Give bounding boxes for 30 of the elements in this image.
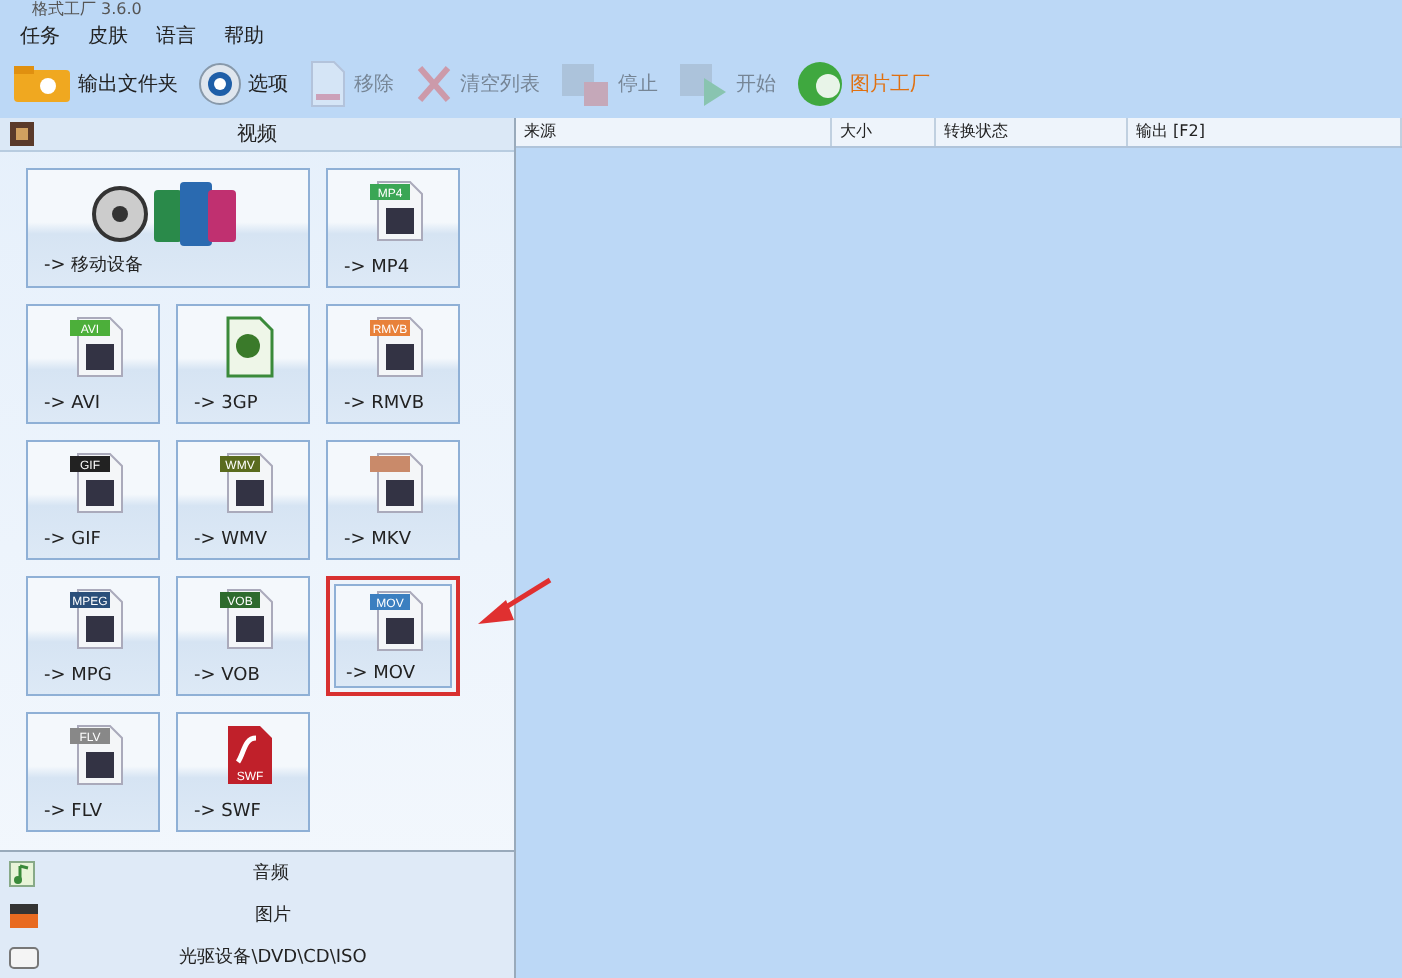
play-icon xyxy=(678,60,730,108)
menu-item[interactable]: 帮助 xyxy=(224,22,264,50)
close-icon xyxy=(414,62,454,106)
section-header[interactable]: 视频 xyxy=(0,118,514,152)
globe-icon xyxy=(796,60,844,108)
menu-item[interactable]: 语言 xyxy=(156,22,196,50)
settings-icon xyxy=(198,62,242,106)
stop-icon xyxy=(560,60,612,108)
category-item[interactable]: 音频 xyxy=(0,852,514,894)
toolbar-button[interactable]: 输出文件夹 xyxy=(12,64,178,104)
column-header[interactable]: 输出 [F2] xyxy=(1128,118,1402,146)
music-icon xyxy=(8,859,36,887)
category-item[interactable]: 光驱设备\DVD\CD\ISO xyxy=(0,936,514,978)
column-header[interactable]: 转换状态 xyxy=(936,118,1128,146)
file-icon xyxy=(365,450,429,514)
column-header[interactable]: 大小 xyxy=(832,118,936,146)
window-title: 格式工厂 3.6.0 xyxy=(30,0,144,18)
drive-icon xyxy=(8,945,40,969)
column-header[interactable]: 来源 xyxy=(516,118,832,146)
picture-icon xyxy=(8,901,40,929)
format-tile[interactable]: -> 3GP xyxy=(176,304,310,424)
file-minus-icon xyxy=(308,60,348,108)
menu-item[interactable]: 皮肤 xyxy=(88,22,128,50)
category-item[interactable]: 图片 xyxy=(0,894,514,936)
format-tile[interactable]: -> MKV xyxy=(326,440,460,560)
toolbar-button[interactable]: 选项 xyxy=(198,62,288,106)
format-tile[interactable]: -> 移动设备 xyxy=(26,168,310,288)
film-icon xyxy=(8,120,36,148)
menu-item[interactable]: 任务 xyxy=(20,22,60,50)
folder-icon xyxy=(12,64,72,104)
